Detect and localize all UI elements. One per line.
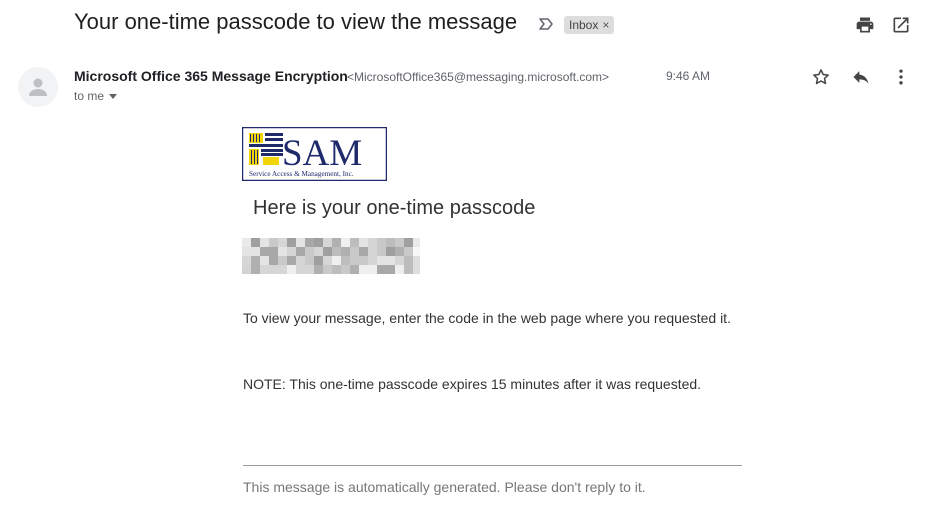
- label-arrow-icon[interactable]: [538, 16, 554, 32]
- print-icon: [856, 17, 874, 33]
- instructions-text: To view your message, enter the code in …: [243, 310, 731, 326]
- logo-subtitle: Service Access & Management, Inc.: [249, 170, 354, 178]
- sender-email: <MicrosoftOffice365@messaging.microsoft.…: [347, 70, 610, 84]
- auto-generated-footer: This message is automatically generated.…: [243, 479, 646, 495]
- remove-label-icon[interactable]: ×: [602, 16, 609, 34]
- sam-logo: SAM Service Access & Management, Inc.: [242, 127, 387, 181]
- avatar[interactable]: [18, 67, 58, 107]
- more-options-button[interactable]: [889, 65, 913, 89]
- recipient-details-toggle[interactable]: to me: [74, 89, 118, 103]
- open-in-new-icon: [893, 17, 909, 33]
- more-vert-icon: [899, 69, 903, 85]
- passcode-heading: Here is your one-time passcode: [253, 197, 536, 219]
- logo-text: SAM: [282, 133, 362, 174]
- passcode-redacted: [242, 238, 420, 274]
- reply-icon: [853, 71, 869, 84]
- open-in-new-window-button[interactable]: [889, 13, 913, 37]
- caret-down-icon: [109, 94, 118, 99]
- print-button[interactable]: [853, 13, 877, 37]
- footer-divider: [243, 465, 742, 466]
- received-time: 9:46 AM: [666, 69, 711, 83]
- sender-name: Microsoft Office 365 Message Encryption: [74, 68, 348, 84]
- default-avatar-icon: [29, 78, 47, 96]
- star-icon: [813, 69, 829, 85]
- expiry-note: NOTE: This one-time passcode expires 15 …: [243, 376, 702, 392]
- star-button[interactable]: [809, 65, 833, 89]
- inbox-label-text: Inbox: [569, 18, 599, 32]
- reply-button[interactable]: [849, 65, 873, 89]
- recipient-label: to me: [74, 89, 105, 103]
- email-subject: Your one-time passcode to view the messa…: [74, 9, 518, 34]
- inbox-label-chip[interactable]: Inbox ×: [564, 16, 615, 34]
